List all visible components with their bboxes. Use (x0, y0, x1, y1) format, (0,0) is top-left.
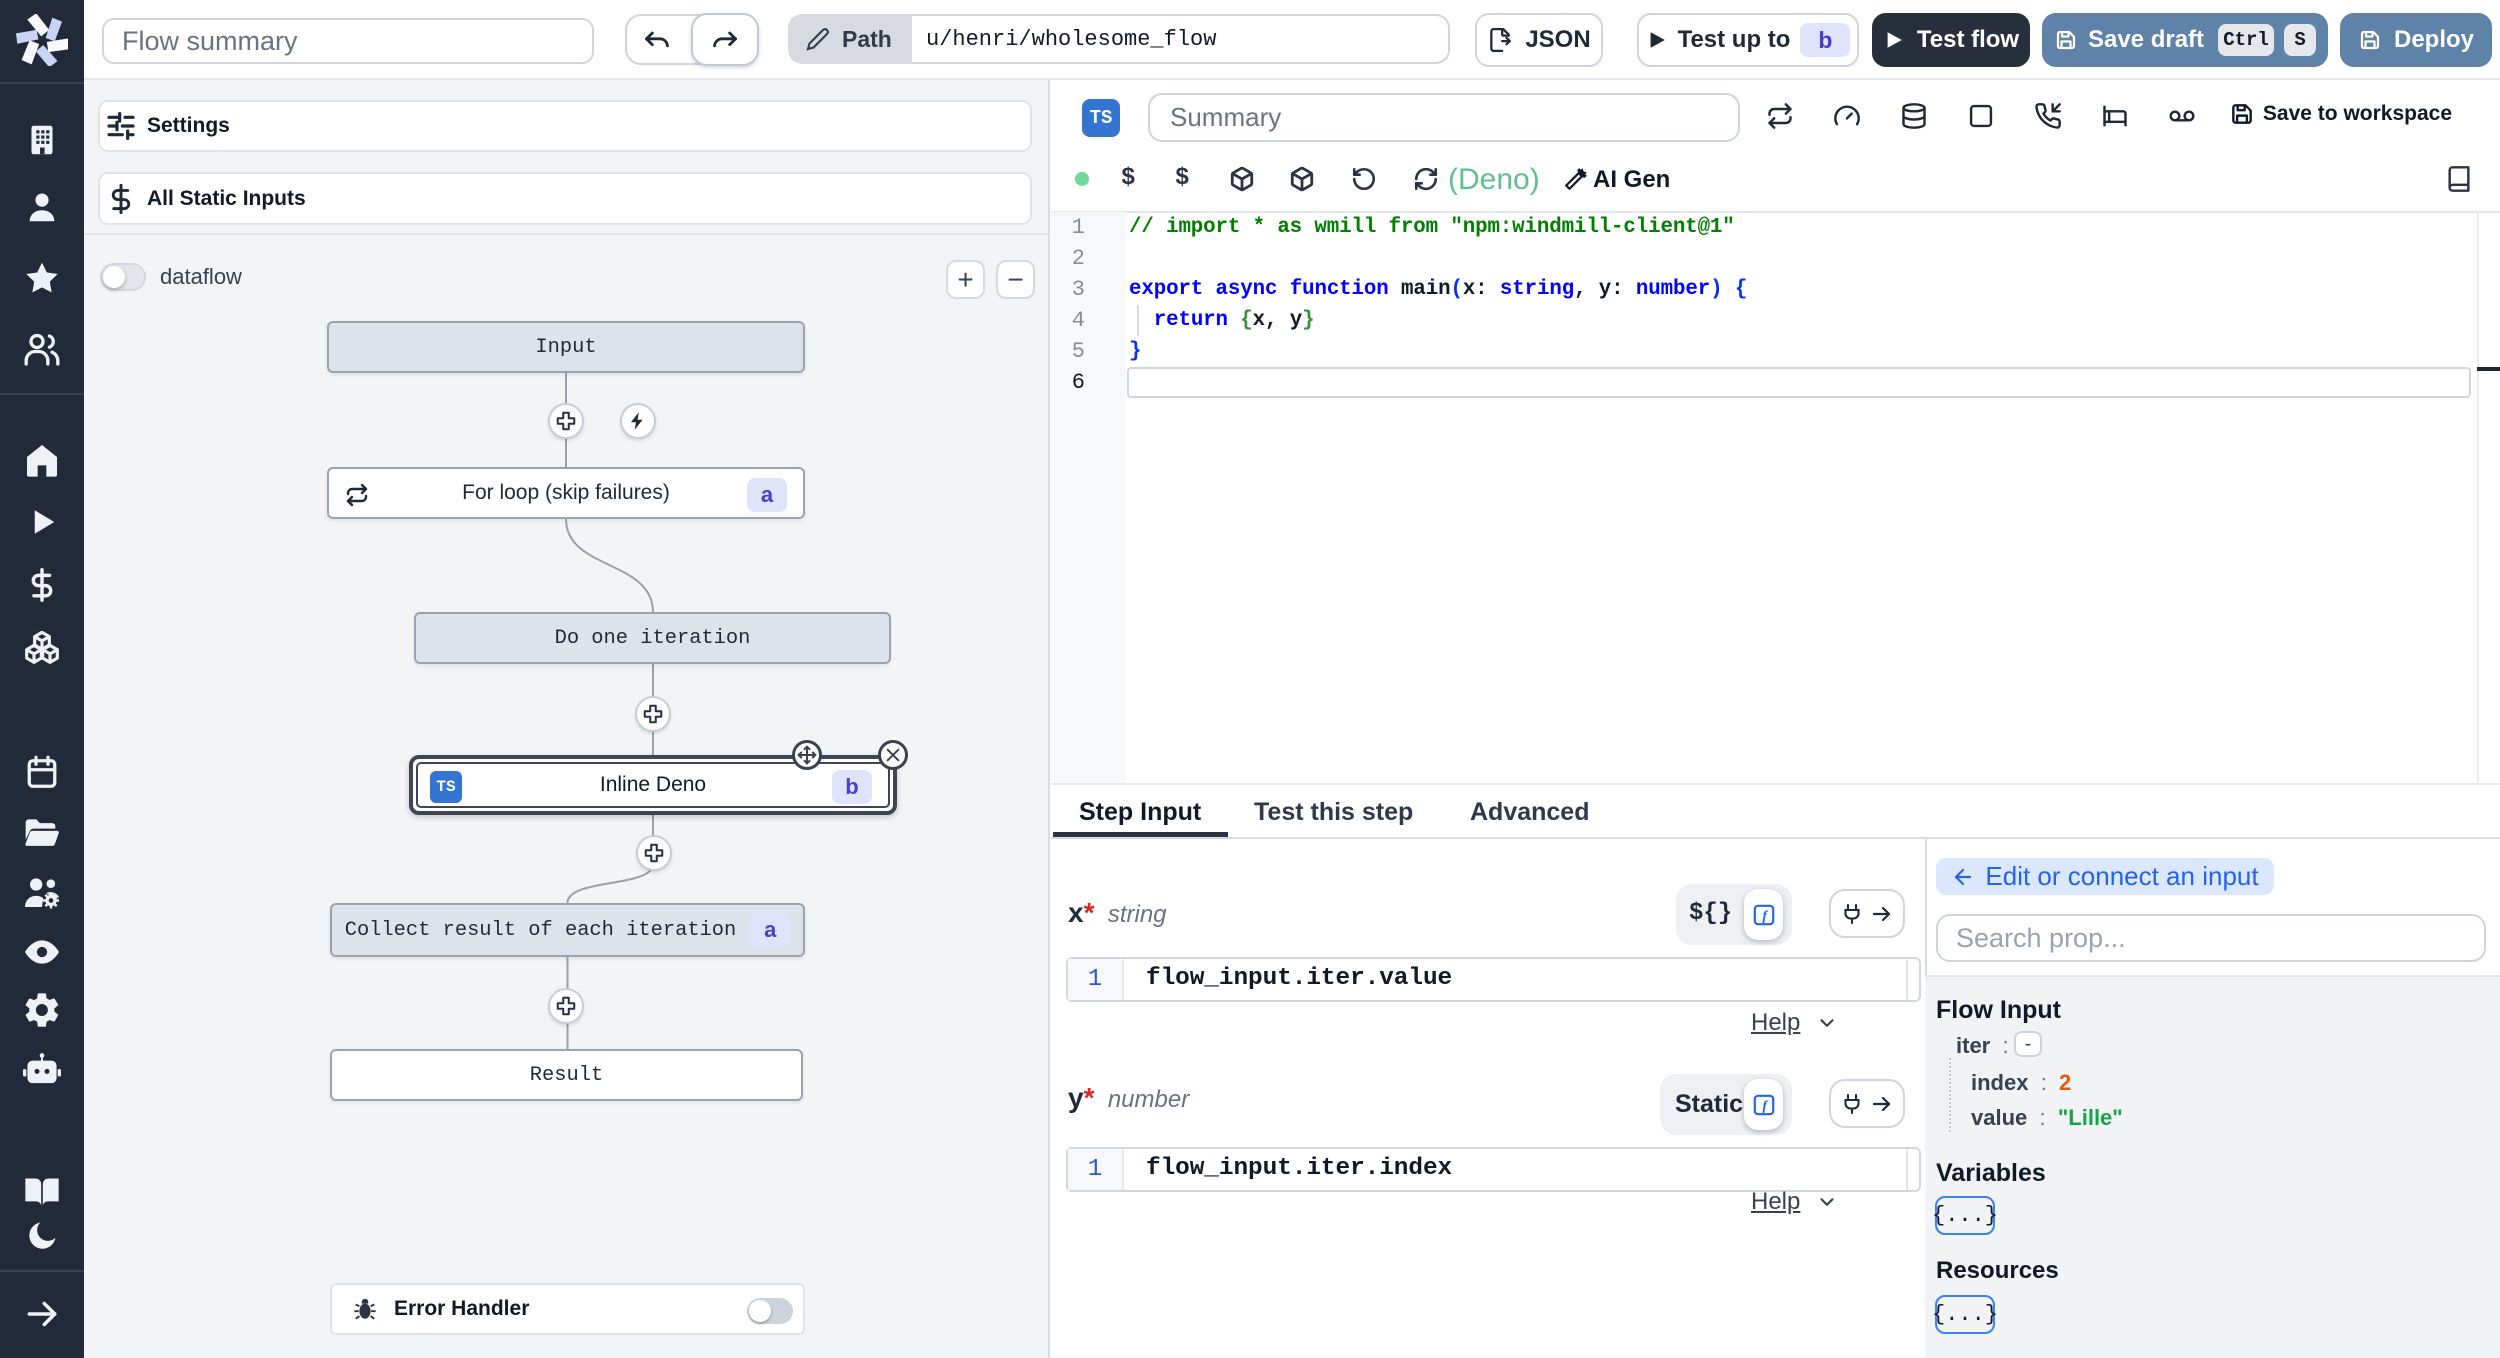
svg-text:f: f (1762, 1098, 1768, 1114)
svg-text:f: f (1762, 908, 1768, 924)
